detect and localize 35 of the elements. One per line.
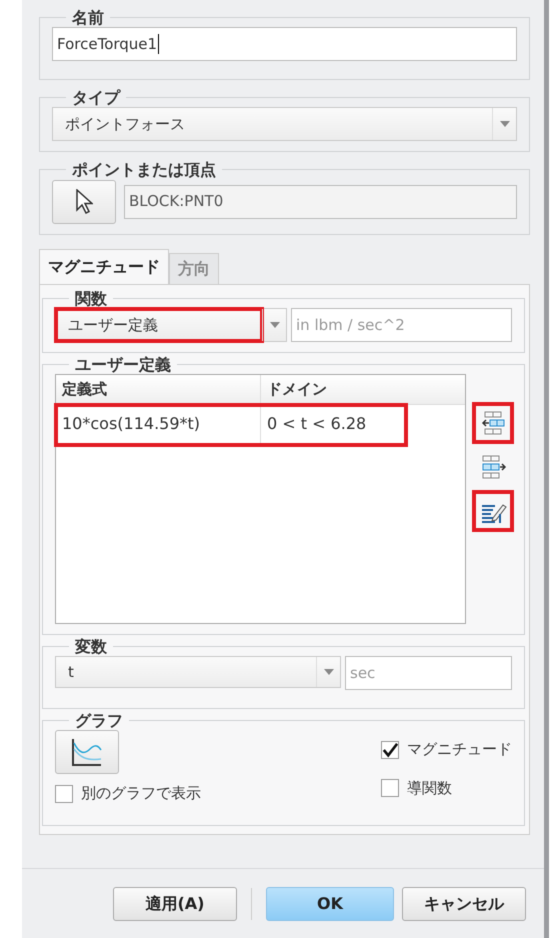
checkbox[interactable]: 別のグラフで表示 (55, 782, 201, 805)
checkmark-icon (382, 742, 398, 758)
dropdown-arrow-icon[interactable] (500, 121, 510, 128)
toolbar-button[interactable] (474, 492, 512, 530)
graph-icon (71, 737, 103, 768)
variable-dropdown[interactable]: t (55, 656, 341, 688)
group-label: 関数 (74, 288, 108, 308)
checkbox[interactable]: 導関数 (381, 776, 512, 800)
name-field[interactable]: ForceTorque1 (52, 27, 517, 62)
select-point-button[interactable] (52, 180, 116, 224)
group-label: ポイントまたは頂点 (71, 160, 217, 180)
column-header: ドメイン (266, 379, 328, 400)
dropdown-arrow-icon[interactable] (324, 669, 334, 676)
group-label: 変数 (74, 636, 108, 656)
group-label: 名前 (70, 8, 105, 28)
group-label: ユーザー定義 (74, 354, 172, 374)
type-dropdown[interactable]: ポイントフォース (52, 107, 517, 142)
graph-button[interactable] (55, 730, 119, 774)
dropdown-arrow-icon[interactable] (270, 322, 280, 328)
dialog-button[interactable]: キャンセル (402, 886, 526, 920)
tab[interactable]: マグニチュード (39, 248, 169, 284)
column-header: 定義式 (56, 374, 261, 404)
toolbar-button[interactable] (474, 404, 512, 442)
table-row[interactable]: 10*cos(114.59*t) 0 < t < 6.28 (56, 404, 406, 445)
cursor-icon (75, 188, 93, 215)
units-field: sec (345, 656, 512, 690)
group-label: グラフ (74, 711, 124, 730)
function-dropdown[interactable]: ユーザー定義 (55, 308, 287, 342)
dialog-button[interactable]: 適用(A) (113, 886, 237, 920)
group-label: タイプ (71, 88, 122, 108)
checkbox[interactable]: マグニチュード (381, 738, 512, 761)
point-field[interactable]: BLOCK:PNT0 (124, 184, 517, 219)
insert-row-icon (479, 410, 507, 436)
dialog-button[interactable]: OK (266, 886, 394, 920)
units-field: in lbm / sec^2 (291, 308, 512, 342)
